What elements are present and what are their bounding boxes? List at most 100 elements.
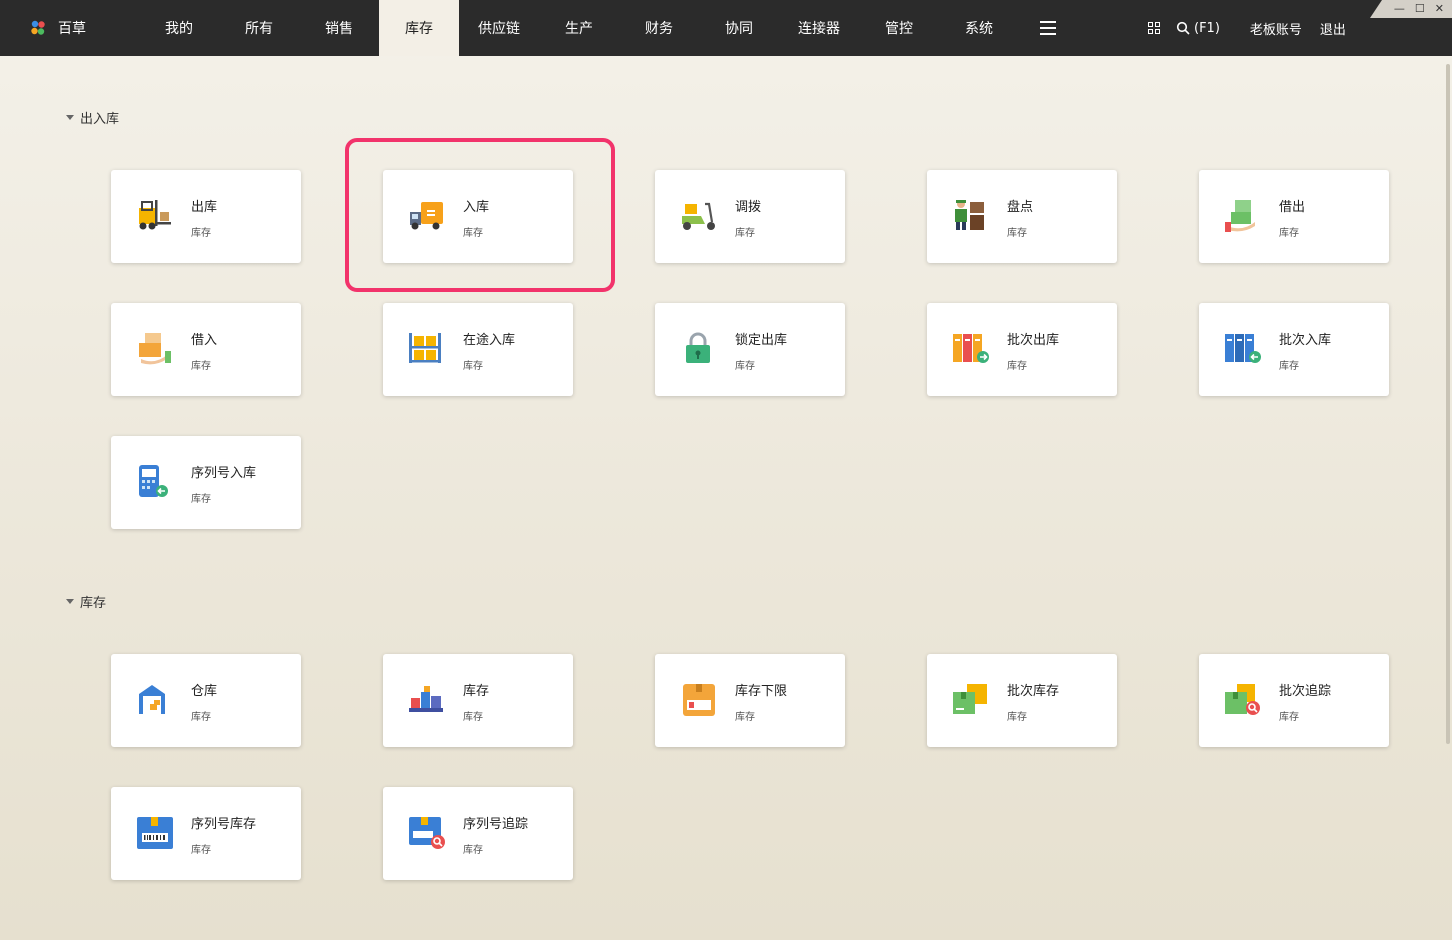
card-serial-trace[interactable]: 序列号追踪 库存 [383,787,573,880]
card-outbound[interactable]: 出库 库存 [111,170,301,263]
card-title: 批次追踪 [1279,684,1332,699]
collapse-caret-icon [66,599,74,604]
card-title: 借入 [191,333,218,348]
card-stock[interactable]: 库存 库存 [383,654,573,747]
search-button[interactable]: (F1) [1176,21,1220,36]
logout-button[interactable]: 退出 [1320,19,1346,38]
card-subtitle: 库存 [735,712,755,723]
apps-grid-icon[interactable] [1140,14,1168,42]
card-subtitle: 库存 [463,228,483,239]
card-subtitle: 库存 [1279,712,1299,723]
nav-item-connector[interactable]: 连接器 [779,0,859,56]
right-tools: (F1) 老板账号 退出 [1140,0,1346,56]
batch-stock-icon [953,684,987,714]
card-serial-stock[interactable]: 序列号库存 库存 [111,787,301,880]
card-title: 调拨 [735,200,762,215]
card-subtitle: 库存 [191,845,211,856]
card-subtitle: 库存 [735,228,755,239]
warehouse-icon [139,685,165,714]
nav-item-collaboration[interactable]: 协同 [699,0,779,56]
card-subtitle: 库存 [463,845,483,856]
card-batch-trace[interactable]: 批次追踪 库存 [1199,654,1389,747]
card-title: 批次库存 [1007,684,1060,699]
search-shortcut-label: (F1) [1194,20,1220,36]
brand[interactable]: 百草 [28,0,86,56]
card-title: 序列号追踪 [463,817,529,832]
card-serial-inbound[interactable]: 序列号入库 库存 [111,436,301,529]
card-title: 批次出库 [1007,333,1060,348]
card-title: 借出 [1279,200,1306,215]
maximize-button[interactable]: ☐ [1415,2,1425,16]
card-title: 序列号入库 [191,466,257,481]
search-icon [1176,21,1190,35]
nav-item-sales[interactable]: 销售 [299,0,379,56]
window-controls: — ☐ ✕ [1370,0,1452,18]
hamburger-menu-icon[interactable] [1034,14,1062,42]
nav-item-system[interactable]: 系统 [939,0,1019,56]
card-borrow-in[interactable]: 借入 库存 [111,303,301,396]
main-nav: 我的 所有 销售 库存 供应链 生产 财务 协同 连接器 管控 系统 [139,0,1019,56]
top-bar: 百草 我的 所有 销售 库存 供应链 生产 财务 协同 连接器 管控 系统 (F… [0,0,1452,56]
card-title: 锁定出库 [735,333,788,348]
close-button[interactable]: ✕ [1435,2,1444,16]
forklift-icon [139,200,171,230]
card-stocktake[interactable]: 盘点 库存 [927,170,1117,263]
card-batch-outbound[interactable]: 批次出库 库存 [927,303,1117,396]
app-logo-icon [31,20,45,35]
shelf-icon [409,333,441,363]
section-title: 库存 [80,596,107,611]
card-title: 入库 [463,200,490,215]
nav-item-supply-chain[interactable]: 供应链 [459,0,539,56]
nav-item-inventory[interactable]: 库存 [379,0,459,56]
card-title: 库存 [463,684,490,699]
card-title: 批次入库 [1279,333,1332,348]
minimize-button[interactable]: — [1394,2,1405,16]
card-transfer[interactable]: 调拨 库存 [655,170,845,263]
batch-out-icon [953,334,989,363]
serial-trace-icon [409,817,445,849]
card-locked-outbound[interactable]: 锁定出库 库存 [655,303,845,396]
nav-item-all[interactable]: 所有 [219,0,299,56]
card-subtitle: 库存 [463,712,483,723]
card-in-transit-inbound[interactable]: 在途入库 库存 [383,303,573,396]
serial-stock-icon [137,817,173,849]
card-subtitle: 库存 [191,712,211,723]
account-button[interactable]: 老板账号 [1250,19,1302,38]
card-subtitle: 库存 [191,361,211,372]
delivery-truck-icon [410,202,443,230]
serial-in-icon [139,465,168,497]
stock-icon [409,686,443,712]
card-subtitle: 库存 [735,361,755,372]
card-subtitle: 库存 [191,494,211,505]
vertical-scrollbar[interactable] [1446,64,1450,744]
nav-item-production[interactable]: 生产 [539,0,619,56]
card-inbound[interactable]: 入库 库存 [383,170,573,263]
nav-item-control[interactable]: 管控 [859,0,939,56]
card-lend-out[interactable]: 借出 库存 [1199,170,1389,263]
card-batch-stock[interactable]: 批次库存 库存 [927,654,1117,747]
collapse-caret-icon [66,115,74,120]
card-batch-inbound[interactable]: 批次入库 库存 [1199,303,1389,396]
card-subtitle: 库存 [1279,361,1299,372]
card-subtitle: 库存 [191,228,211,239]
card-title: 在途入库 [463,333,516,348]
batch-in-icon [1225,334,1261,363]
card-title: 库存下限 [735,684,788,699]
card-title: 仓库 [191,684,218,699]
card-warehouse[interactable]: 仓库 库存 [111,654,301,747]
brand-name: 百草 [58,21,86,37]
card-subtitle: 库存 [1007,712,1027,723]
card-title: 出库 [191,200,218,215]
nav-item-finance[interactable]: 财务 [619,0,699,56]
borrow-boxes-icon [139,333,171,365]
low-stock-icon [683,684,715,716]
nav-item-mine[interactable]: 我的 [139,0,219,56]
section-title: 出入库 [80,112,120,127]
card-stock-lower-limit[interactable]: 库存下限 库存 [655,654,845,747]
section-header-inout[interactable]: 出入库 [66,108,119,127]
batch-trace-icon [1225,684,1260,715]
card-title: 序列号库存 [191,817,257,832]
lock-icon [686,332,710,363]
section-header-inventory[interactable]: 库存 [66,592,106,611]
card-title: 盘点 [1007,200,1034,215]
